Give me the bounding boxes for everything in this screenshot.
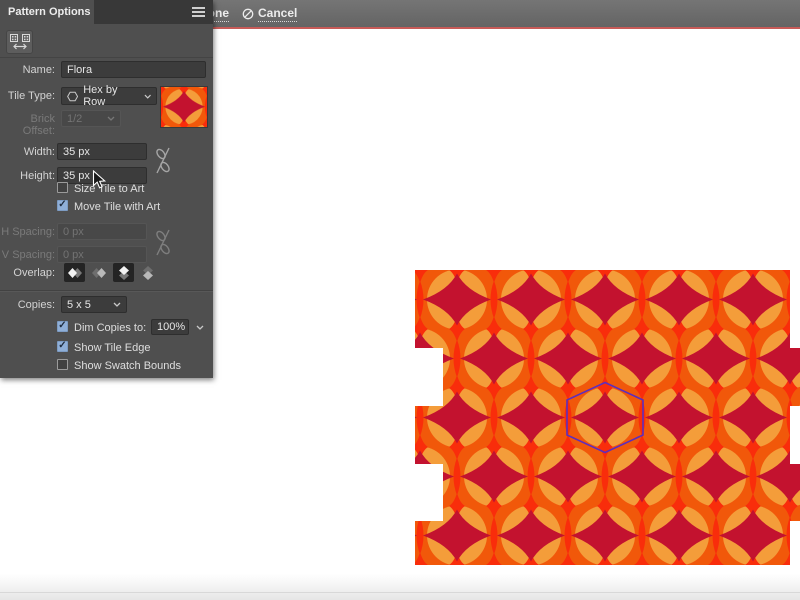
tile-type-label: Tile Type: xyxy=(0,90,55,102)
artboard-bottom-fade xyxy=(0,574,800,600)
pattern-tile-tool-icon xyxy=(9,33,31,51)
panel-tab-pattern-options[interactable]: Pattern Options xyxy=(0,0,94,24)
height-label: Height: xyxy=(0,170,55,182)
overlap-bottom-in-front-icon xyxy=(142,265,154,281)
cancel-button[interactable]: Cancel xyxy=(242,6,297,22)
overlap-top-in-front-button[interactable] xyxy=(113,263,134,282)
overlap-top-in-front-icon xyxy=(118,265,130,281)
h-spacing-input: 0 px xyxy=(57,223,147,240)
name-input[interactable]: Flora xyxy=(61,61,206,78)
brick-offset-value: 1/2 xyxy=(67,113,82,125)
height-value: 35 px xyxy=(63,170,90,182)
show-swatch-bounds-checkbox[interactable]: ✓ xyxy=(57,359,68,370)
panel-title: Pattern Options xyxy=(8,6,91,18)
panel-menu-icon[interactable] xyxy=(192,7,205,17)
overlap-right-in-front-button[interactable] xyxy=(88,263,109,282)
size-tile-to-art-checkbox[interactable]: ✓ xyxy=(57,182,68,193)
hexagon-icon xyxy=(67,91,78,102)
show-swatch-bounds-label: Show Swatch Bounds xyxy=(74,360,181,372)
copies-value: 5 x 5 xyxy=(67,299,91,311)
tile-type-value: Hex by Row xyxy=(83,84,138,108)
v-spacing-input: 0 px xyxy=(57,246,147,263)
overlap-bottom-in-front-button[interactable] xyxy=(137,263,158,282)
panel-divider-top xyxy=(0,57,213,58)
h-spacing-value: 0 px xyxy=(63,226,84,238)
size-tile-to-art-label: Size Tile to Art xyxy=(74,183,144,195)
show-tile-edge-label: Show Tile Edge xyxy=(74,342,150,354)
copies-dropdown[interactable]: 5 x 5 xyxy=(61,296,127,313)
chevron-down-icon xyxy=(113,302,121,307)
name-label: Name: xyxy=(0,64,55,76)
link-spacing-icon xyxy=(155,226,171,260)
illustrator-pattern-editing-mode: Done Cancel Pattern Options xyxy=(0,0,800,600)
link-dimensions-icon[interactable] xyxy=(155,144,171,178)
v-spacing-label: V Spacing: xyxy=(0,249,55,261)
move-tile-with-art-checkbox[interactable]: ✓ xyxy=(57,200,68,211)
artboard-edge-line xyxy=(0,592,800,593)
brick-offset-dropdown: 1/2 xyxy=(61,110,121,127)
pattern-artwork[interactable] xyxy=(415,270,800,565)
tile-type-dropdown[interactable]: Hex by Row xyxy=(61,87,157,105)
dim-copies-value: 100% xyxy=(157,321,185,333)
name-value: Flora xyxy=(67,64,92,76)
chevron-down-icon[interactable] xyxy=(196,325,204,330)
overlap-left-in-front-button[interactable] xyxy=(64,263,85,282)
brick-offset-label: Brick Offset: xyxy=(0,113,55,137)
dim-copies-value-dropdown[interactable]: 100% xyxy=(151,319,189,335)
dim-copies-label: Dim Copies to: xyxy=(74,322,146,334)
h-spacing-label: H Spacing: xyxy=(0,226,55,238)
width-input[interactable]: 35 px xyxy=(57,143,147,160)
copies-label: Copies: xyxy=(0,299,55,311)
move-tile-with-art-label: Move Tile with Art xyxy=(74,201,160,213)
mouse-cursor xyxy=(92,170,107,190)
chevron-down-icon xyxy=(144,94,151,99)
v-spacing-value: 0 px xyxy=(63,249,84,261)
overlap-right-in-front-icon xyxy=(91,267,107,279)
width-label: Width: xyxy=(0,146,55,158)
overlap-label: Overlap: xyxy=(0,267,55,279)
panel-divider-copies xyxy=(0,290,213,292)
cancel-label: Cancel xyxy=(258,6,297,22)
dim-copies-checkbox[interactable]: ✓ xyxy=(57,321,68,332)
cancel-icon xyxy=(242,8,254,20)
pattern-swatch-preview xyxy=(161,87,207,127)
width-value: 35 px xyxy=(63,146,90,158)
overlap-left-in-front-icon xyxy=(67,267,83,279)
pattern-tile-tool-button[interactable] xyxy=(6,30,33,54)
chevron-down-icon xyxy=(107,116,115,121)
show-tile-edge-checkbox[interactable]: ✓ xyxy=(57,341,68,352)
